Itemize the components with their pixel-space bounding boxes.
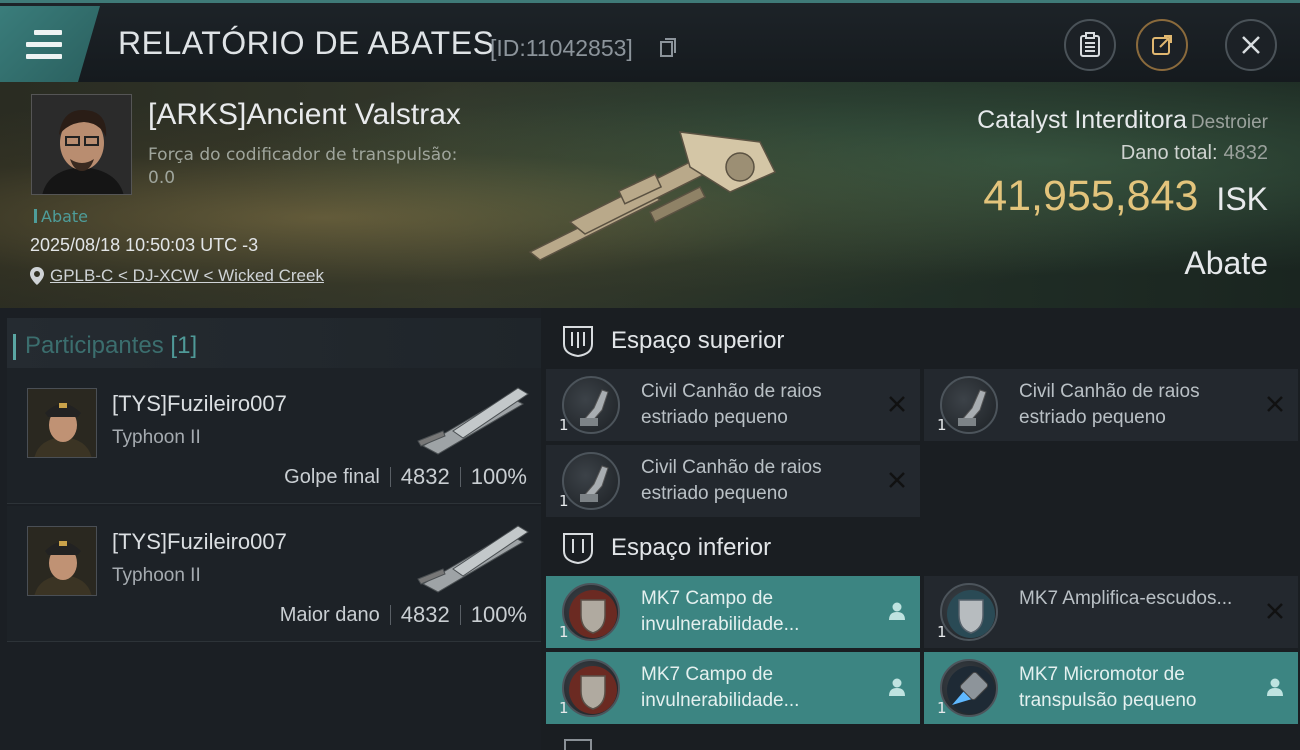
participant-ship: Typhoon II <box>112 427 201 448</box>
participant-avatar <box>27 388 97 458</box>
kill-tag: Abate <box>34 207 88 226</box>
module-item[interactable]: 1 MK7 Campo de invulnerabilidade... <box>546 652 920 724</box>
destroyed-icon <box>889 472 905 488</box>
participant-row[interactable]: [TYS]Fuzileiro007 Typhoon II Maior dano 4… <box>7 506 541 642</box>
clipboard-icon <box>1080 32 1100 57</box>
low-slot-icon <box>563 533 593 565</box>
module-item[interactable]: 1 MK7 Micromotor de transpulsão pequeno <box>924 652 1298 724</box>
module-name: MK7 Micromotor de transpulsão pequeno <box>1019 664 1197 711</box>
participant-percent: 100% <box>470 464 527 489</box>
share-button[interactable] <box>1136 19 1188 71</box>
laser-turret-icon <box>562 376 620 434</box>
module-name: Civil Canhão de raios estriado pequeno <box>1019 381 1200 428</box>
dropped-icon <box>889 602 905 620</box>
participants-label: Participantes <box>25 332 164 359</box>
module-name: MK7 Campo de invulnerabilidade... <box>641 664 800 711</box>
top-bar: RELATÓRIO DE ABATES [ID:11042853] <box>0 0 1300 82</box>
module-name: MK7 Amplifica-escudos... <box>1019 588 1233 609</box>
participant-ship-image <box>417 525 529 593</box>
isk-value: 41,955,843 ISK <box>983 172 1268 221</box>
victim-avatar[interactable] <box>31 94 132 195</box>
shield-icon <box>940 583 998 641</box>
close-button[interactable] <box>1225 19 1277 71</box>
victim-ship[interactable]: Catalyst Interditora Destroier <box>977 106 1268 135</box>
participant-name: [TYS]Fuzileiro007 <box>112 391 287 416</box>
copy-icon[interactable] <box>660 38 676 58</box>
module-item[interactable]: 1 MK7 Amplifica-escudos... <box>924 576 1298 648</box>
module-item[interactable]: 1 Civil Canhão de raios estriado pequeno <box>546 369 920 441</box>
destroyed-icon <box>1267 396 1283 412</box>
participant-name: [TYS]Fuzileiro007 <box>112 529 287 554</box>
participant-damage: 4832 <box>400 602 450 627</box>
location-pin-icon <box>30 267 44 285</box>
victim-portrait <box>32 95 131 194</box>
module-quantity: 1 <box>937 623 947 641</box>
share-icon <box>1152 35 1172 55</box>
module-quantity: 1 <box>559 623 569 641</box>
participant-percent: 100% <box>470 602 527 627</box>
module-item[interactable]: 1 Civil Canhão de raios estriado pequeno <box>546 445 920 517</box>
isk-unit: ISK <box>1216 181 1268 217</box>
fitting-panel: Espaço superior 1 Civil Canhão de raios … <box>541 308 1300 750</box>
victim-ship-image <box>528 131 777 261</box>
total-damage-value: 4832 <box>1223 142 1269 164</box>
report-id: [ID:11042853] <box>490 35 633 61</box>
participant-role: Golpe final <box>284 465 380 488</box>
participants-panel: Participantes [1] [TYS]Fuzileiro007 Typh… <box>0 308 541 750</box>
module-name: Civil Canhão de raios estriado pequeno <box>641 381 822 428</box>
shield-icon <box>562 659 620 717</box>
participants-count: [1] <box>170 332 198 359</box>
high-slot-label: Espaço superior <box>611 327 785 354</box>
participant-ship: Typhoon II <box>112 565 201 586</box>
dropped-icon <box>889 678 905 696</box>
module-item[interactable]: 1 MK7 Campo de invulnerabilidade... <box>546 576 920 648</box>
high-slot-header: Espaço superior <box>561 316 784 366</box>
warp-strength-label: Força do codificador de transpulsão: <box>148 145 458 165</box>
module-item[interactable]: 1 Civil Canhão de raios estriado pequeno <box>924 369 1298 441</box>
module-quantity: 1 <box>559 699 569 717</box>
participant-ship-image <box>417 387 529 455</box>
high-slot-icon <box>563 326 593 358</box>
participant-row[interactable]: [TYS]Fuzileiro007 Typhoon II Golpe final… <box>7 368 541 504</box>
kill-timestamp: 2025/08/18 10:50:03 UTC -3 <box>30 235 259 255</box>
module-quantity: 1 <box>559 416 569 434</box>
victim-ship-name: Catalyst Interditora <box>977 106 1187 134</box>
menu-button[interactable] <box>0 6 100 82</box>
participants-header: Participantes [1] <box>7 318 541 373</box>
isk-amount: 41,955,843 <box>983 172 1199 220</box>
laser-turret-icon <box>562 452 620 510</box>
participant-stats: Maior dano 4832 100% <box>280 602 527 628</box>
participant-avatar <box>27 526 97 596</box>
destroyed-icon <box>889 396 905 412</box>
low-slot-header: Espaço inferior <box>561 523 771 573</box>
participant-damage: 4832 <box>400 464 450 489</box>
close-icon <box>1242 36 1260 54</box>
laser-turret-icon <box>940 376 998 434</box>
shield-icon <box>562 583 620 641</box>
location-link[interactable]: GPLB-C < DJ-XCW < Wicked Creek <box>50 266 324 286</box>
module-quantity: 1 <box>559 492 569 510</box>
hamburger-icon <box>26 30 62 66</box>
clipboard-button[interactable] <box>1064 19 1116 71</box>
total-damage-label: Dano total: <box>1120 142 1218 164</box>
module-name: Civil Canhão de raios estriado pequeno <box>641 457 822 504</box>
victim-name[interactable]: [ARKS]Ancient Valstrax <box>148 98 461 132</box>
total-damage: Dano total: 4832 <box>1121 142 1268 165</box>
warp-strength-value: 0.0 <box>148 168 176 188</box>
kill-location[interactable]: GPLB-C < DJ-XCW < Wicked Creek <box>30 266 324 286</box>
destroyed-icon <box>1267 603 1283 619</box>
kill-type: Abate <box>1184 245 1268 281</box>
module-name: MK7 Campo de invulnerabilidade... <box>641 588 800 635</box>
participant-role: Maior dano <box>279 603 380 626</box>
module-quantity: 1 <box>937 699 947 717</box>
next-slot-icon <box>564 739 592 750</box>
victim-banner: [ARKS]Ancient Valstrax Força do codifica… <box>0 82 1300 308</box>
victim-ship-class: Destroier <box>1190 112 1268 133</box>
thruster-icon <box>940 659 998 717</box>
low-slot-label: Espaço inferior <box>611 534 772 561</box>
module-quantity: 1 <box>937 416 947 434</box>
page-title: RELATÓRIO DE ABATES <box>118 25 495 61</box>
participant-stats: Golpe final 4832 100% <box>284 464 527 490</box>
dropped-icon <box>1267 678 1283 696</box>
